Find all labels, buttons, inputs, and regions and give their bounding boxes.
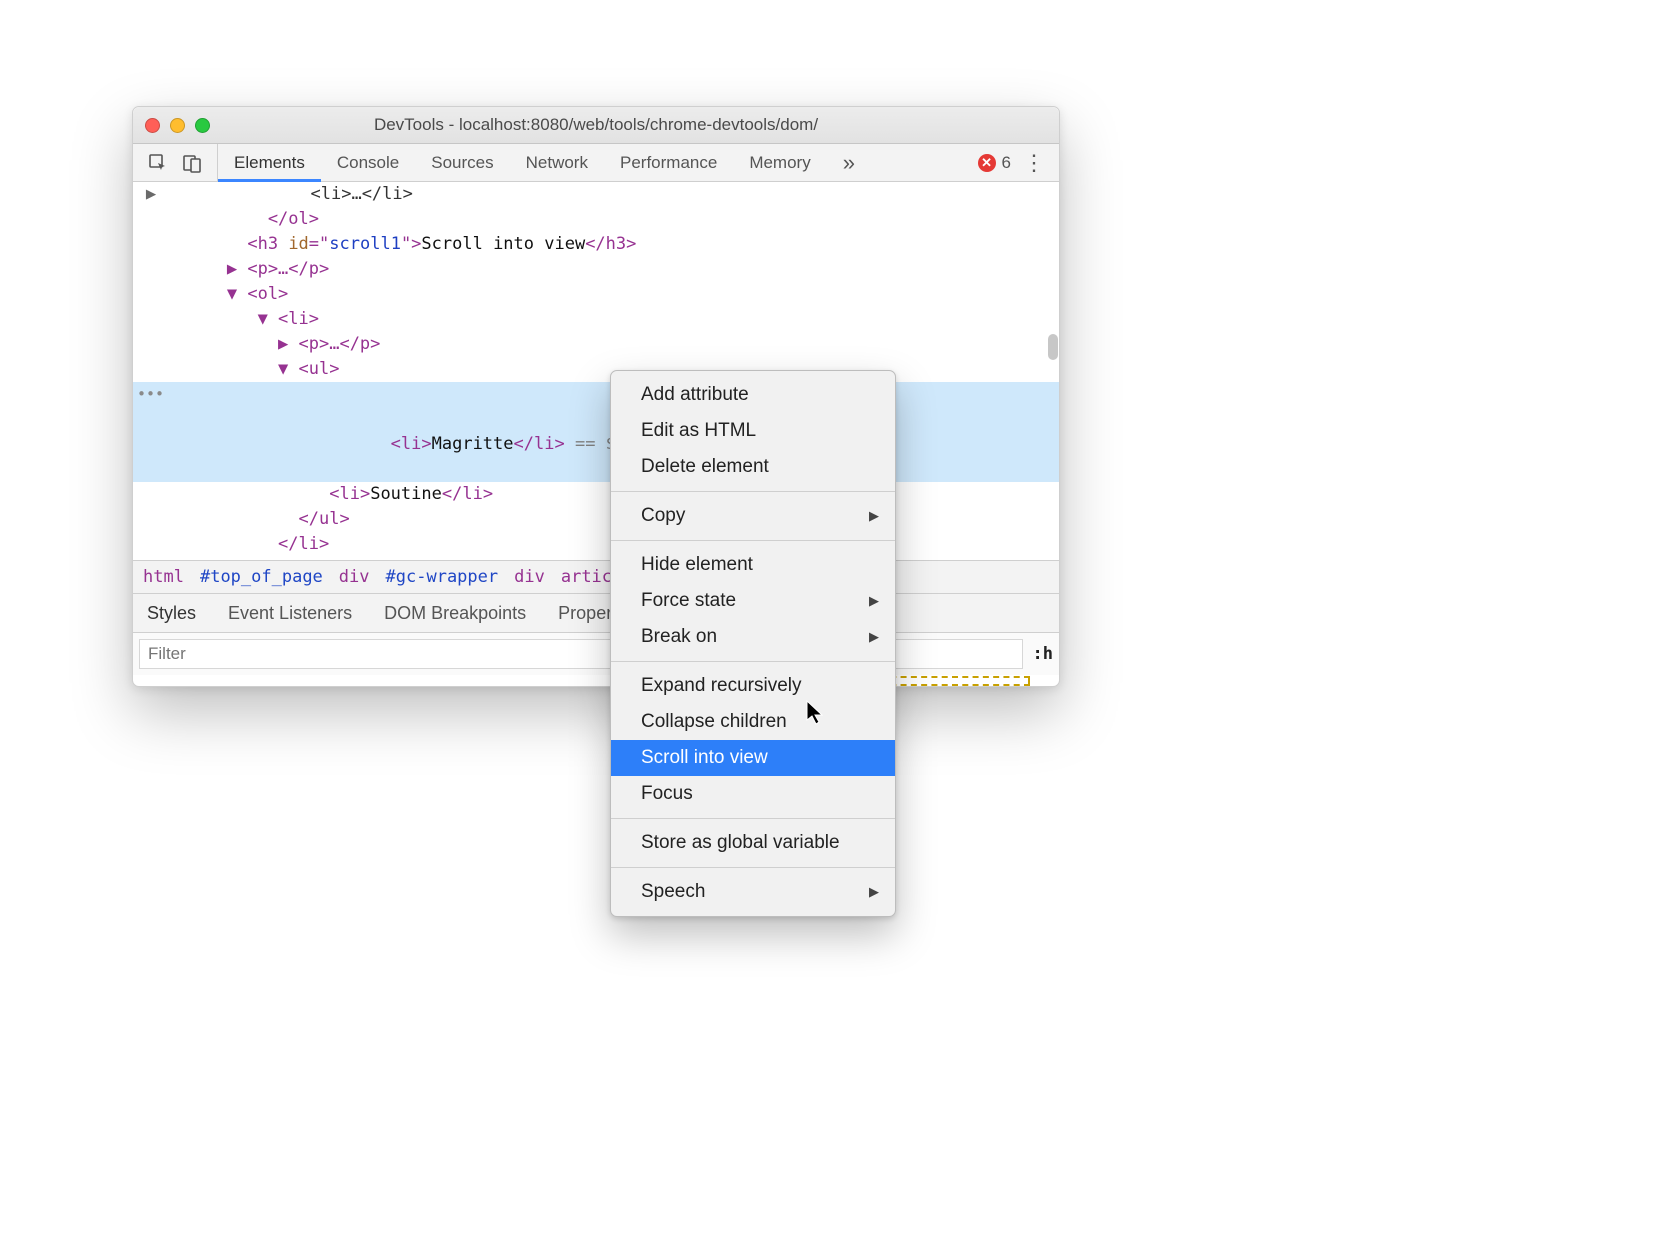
tab-sources[interactable]: Sources bbox=[415, 144, 509, 181]
toolbar-left-icons bbox=[133, 144, 218, 181]
ctx-edit-as-html[interactable]: Edit as HTML bbox=[611, 413, 895, 449]
ctx-separator bbox=[611, 661, 895, 662]
mouse-cursor-icon bbox=[806, 700, 826, 732]
dom-line[interactable]: <li>Soutine</li> bbox=[133, 482, 1059, 507]
dom-line[interactable]: <h3 id="scroll1">Scroll into view</h3> bbox=[133, 232, 1059, 257]
dashed-marker bbox=[880, 676, 1030, 686]
crumb-gc-wrapper[interactable]: #gc-wrapper bbox=[386, 567, 499, 587]
ctx-scroll-into-view[interactable]: Scroll into view bbox=[611, 740, 895, 776]
device-mode-icon[interactable] bbox=[181, 152, 203, 174]
ctx-hide-element[interactable]: Hide element bbox=[611, 547, 895, 583]
ctx-separator bbox=[611, 818, 895, 819]
hov-toggle[interactable]: :h bbox=[1033, 644, 1053, 664]
subtab-styles[interactable]: Styles bbox=[147, 603, 196, 624]
ctx-separator bbox=[611, 540, 895, 541]
traffic-lights bbox=[145, 118, 210, 133]
dom-line[interactable]: ▼ <ol> bbox=[133, 282, 1059, 307]
selected-marker-icon: ••• bbox=[137, 382, 164, 407]
crumb-html[interactable]: html bbox=[143, 567, 184, 587]
ctx-separator bbox=[611, 867, 895, 868]
ctx-expand-recursively[interactable]: Expand recursively bbox=[611, 668, 895, 704]
devtools-toolbar: Elements Console Sources Network Perform… bbox=[133, 144, 1059, 182]
close-window-icon[interactable] bbox=[145, 118, 160, 133]
titlebar: DevTools - localhost:8080/web/tools/chro… bbox=[133, 107, 1059, 144]
dom-line[interactable]: ▶ <p>…</p> bbox=[133, 257, 1059, 282]
ctx-copy[interactable]: Copy bbox=[611, 498, 895, 534]
dom-line-selected[interactable]: ••• <li>Magritte</li> == $0 bbox=[133, 382, 1059, 482]
window-title: DevTools - localhost:8080/web/tools/chro… bbox=[133, 115, 1059, 135]
ctx-delete-element[interactable]: Delete element bbox=[611, 449, 895, 485]
error-count[interactable]: 6 bbox=[1002, 153, 1011, 173]
dom-line[interactable]: </li> bbox=[133, 532, 1059, 557]
dom-line[interactable]: ▶ <li>…</li> bbox=[133, 182, 1059, 207]
ctx-focus[interactable]: Focus bbox=[611, 776, 895, 812]
inspect-element-icon[interactable] bbox=[147, 152, 169, 174]
styles-filter-row: :h bbox=[133, 633, 1059, 675]
scrollbar-thumb[interactable] bbox=[1048, 334, 1058, 360]
tab-memory[interactable]: Memory bbox=[733, 144, 826, 181]
breadcrumb[interactable]: html #top_of_page div #gc-wrapper div ar… bbox=[133, 560, 1059, 593]
crumb-top-of-page[interactable]: #top_of_page bbox=[200, 567, 323, 587]
context-menu: Add attribute Edit as HTML Delete elemen… bbox=[610, 370, 896, 917]
ctx-add-attribute[interactable]: Add attribute bbox=[611, 377, 895, 413]
ctx-store-global-variable[interactable]: Store as global variable bbox=[611, 825, 895, 861]
toolbar-right: ✕ 6 ⋮ bbox=[964, 153, 1059, 173]
tab-performance[interactable]: Performance bbox=[604, 144, 733, 181]
dom-line[interactable]: ▼ <li> bbox=[133, 307, 1059, 332]
minimize-window-icon[interactable] bbox=[170, 118, 185, 133]
dom-line[interactable]: </ol> bbox=[133, 207, 1059, 232]
dom-line[interactable]: ▶ <p>…</p> bbox=[133, 332, 1059, 357]
styles-tabs: Styles Event Listeners DOM Breakpoints P… bbox=[133, 593, 1059, 633]
devtools-window: DevTools - localhost:8080/web/tools/chro… bbox=[132, 106, 1060, 687]
dom-line[interactable]: ▼ <ul> bbox=[133, 357, 1059, 382]
subtab-event-listeners[interactable]: Event Listeners bbox=[228, 603, 352, 624]
crumb-div-2[interactable]: div bbox=[514, 567, 545, 587]
ctx-force-state[interactable]: Force state bbox=[611, 583, 895, 619]
tabs-overflow[interactable]: » bbox=[827, 144, 871, 181]
dom-line[interactable]: </ul> bbox=[133, 507, 1059, 532]
ctx-break-on[interactable]: Break on bbox=[611, 619, 895, 655]
main-tabs: Elements Console Sources Network Perform… bbox=[218, 144, 871, 181]
tab-network[interactable]: Network bbox=[510, 144, 604, 181]
tab-console[interactable]: Console bbox=[321, 144, 415, 181]
subtab-properties[interactable]: Proper bbox=[558, 603, 612, 624]
crumb-div[interactable]: div bbox=[339, 567, 370, 587]
dom-tree-panel[interactable]: ▶ <li>…</li> </ol> <h3 id="scroll1">Scro… bbox=[133, 182, 1059, 560]
error-badge-icon[interactable]: ✕ bbox=[978, 154, 996, 172]
ctx-speech[interactable]: Speech bbox=[611, 874, 895, 910]
subtab-dom-breakpoints[interactable]: DOM Breakpoints bbox=[384, 603, 526, 624]
ctx-separator bbox=[611, 491, 895, 492]
ctx-collapse-children[interactable]: Collapse children bbox=[611, 704, 895, 740]
zoom-window-icon[interactable] bbox=[195, 118, 210, 133]
dom-line[interactable]: ▶ <li>…</li> bbox=[133, 557, 1059, 560]
tab-elements[interactable]: Elements bbox=[218, 144, 321, 181]
